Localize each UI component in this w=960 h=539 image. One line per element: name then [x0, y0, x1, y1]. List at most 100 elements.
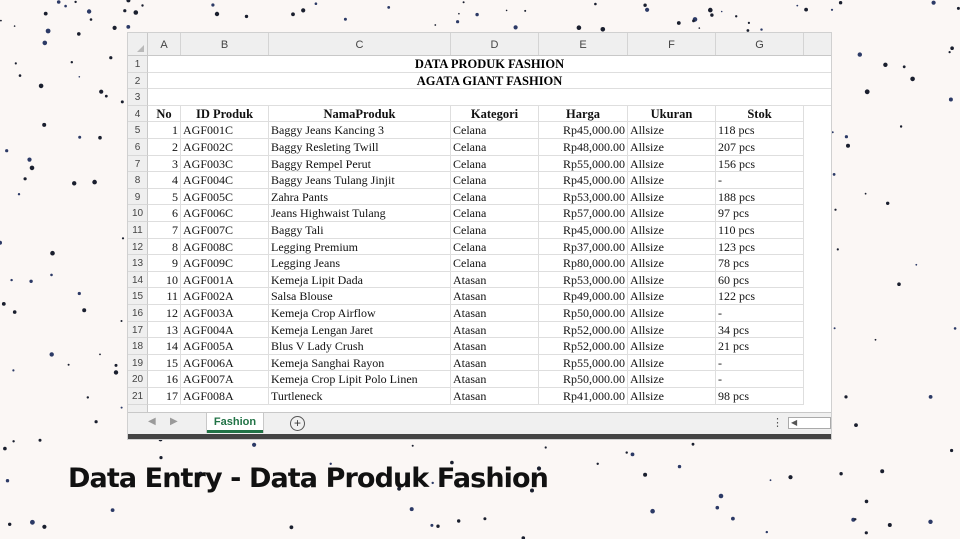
table-cell[interactable]: 1 [148, 122, 181, 139]
table-cell[interactable]: 9 [148, 255, 181, 272]
table-cell[interactable]: Turtleneck [269, 388, 451, 405]
table-cell[interactable]: Rp48,000.00 [539, 139, 628, 156]
row-number[interactable]: 7 [128, 155, 148, 173]
table-cell[interactable]: Celana [451, 222, 539, 239]
table-cell[interactable]: 4 [148, 172, 181, 189]
table-cell[interactable]: 98 pcs [716, 388, 804, 405]
column-header[interactable]: F [628, 33, 716, 55]
table-cell[interactable]: - [716, 172, 804, 189]
row-number[interactable]: 21 [128, 388, 148, 405]
table-cell[interactable]: Rp55,000.00 [539, 354, 628, 372]
table-cell[interactable]: 123 pcs [716, 238, 804, 256]
table-cell[interactable]: Kemeja Crop Airflow [269, 305, 451, 322]
table-cell[interactable]: Allsize [628, 288, 716, 305]
table-cell[interactable]: 17 [148, 388, 181, 405]
more-options-icon[interactable]: ⋮ [772, 416, 783, 429]
table-cell[interactable]: Kemeja Sanghai Rayon [269, 354, 451, 372]
table-cell[interactable]: Allsize [628, 321, 716, 339]
table-cell[interactable]: Rp53,000.00 [539, 188, 628, 206]
table-cell[interactable]: Celana [451, 255, 539, 272]
table-cell[interactable]: AGF008C [181, 238, 269, 256]
prev-sheet-icon[interactable]: ◀ [148, 416, 156, 427]
table-cell[interactable]: Allsize [628, 122, 716, 139]
table-cell[interactable]: Atasan [451, 354, 539, 372]
table-cell[interactable]: Celana [451, 172, 539, 189]
column-header[interactable]: A [148, 33, 181, 55]
row-number[interactable]: 20 [128, 371, 148, 388]
column-title-cell[interactable]: No [148, 105, 181, 123]
table-cell[interactable]: AGF004A [181, 321, 269, 339]
column-header[interactable]: C [269, 33, 451, 55]
column-title-cell[interactable]: ID Produk [181, 105, 269, 123]
table-cell[interactable]: 7 [148, 222, 181, 239]
table-cell[interactable]: Allsize [628, 371, 716, 388]
row-number[interactable]: 13 [128, 255, 148, 272]
table-cell[interactable]: Rp37,000.00 [539, 238, 628, 256]
table-cell[interactable]: Atasan [451, 371, 539, 388]
table-cell[interactable]: 156 pcs [716, 155, 804, 173]
table-cell[interactable]: Jeans Highwaist Tulang [269, 205, 451, 222]
table-cell[interactable]: Allsize [628, 271, 716, 289]
table-cell[interactable]: Zahra Pants [269, 188, 451, 206]
table-cell[interactable]: Celana [451, 188, 539, 206]
table-cell[interactable]: Allsize [628, 172, 716, 189]
select-all-corner[interactable] [128, 33, 148, 55]
row-number[interactable]: 6 [128, 139, 148, 156]
sheet-tab-fashion[interactable]: Fashion [207, 413, 263, 433]
table-cell[interactable]: AGF009C [181, 255, 269, 272]
table-cell[interactable]: Rp41,000.00 [539, 388, 628, 405]
row-number[interactable]: 17 [128, 321, 148, 339]
table-cell[interactable]: 78 pcs [716, 255, 804, 272]
row-number[interactable]: 1 [128, 56, 148, 73]
column-title-cell[interactable]: Ukuran [628, 105, 716, 123]
column-header[interactable]: E [539, 33, 628, 55]
table-cell[interactable]: Allsize [628, 205, 716, 222]
table-cell[interactable]: Baggy Jeans Kancing 3 [269, 122, 451, 139]
row-number[interactable]: 11 [128, 222, 148, 239]
table-cell[interactable]: 188 pcs [716, 188, 804, 206]
table-cell[interactable]: Atasan [451, 321, 539, 339]
row-number[interactable]: 4 [128, 105, 148, 123]
table-cell[interactable]: - [716, 305, 804, 322]
row-number[interactable]: 9 [128, 188, 148, 206]
table-cell[interactable]: AGF003A [181, 305, 269, 322]
table-cell[interactable]: Allsize [628, 388, 716, 405]
table-cell[interactable]: Baggy Jeans Tulang Jinjit [269, 172, 451, 189]
table-cell[interactable]: Rp52,000.00 [539, 321, 628, 339]
table-cell[interactable]: 207 pcs [716, 139, 804, 156]
row-number[interactable]: 15 [128, 288, 148, 305]
table-cell[interactable]: Rp52,000.00 [539, 338, 628, 355]
scroll-left-icon[interactable]: ◀ [791, 418, 797, 427]
row-number[interactable]: 18 [128, 338, 148, 355]
row-number[interactable]: 2 [128, 72, 148, 90]
column-title-cell[interactable]: Harga [539, 105, 628, 123]
table-cell[interactable]: Rp50,000.00 [539, 305, 628, 322]
table-cell[interactable]: 97 pcs [716, 205, 804, 222]
table-cell[interactable]: Baggy Rempel Perut [269, 155, 451, 173]
table-cell[interactable]: Allsize [628, 255, 716, 272]
title-cell-2[interactable]: AGATA GIANT FASHION [148, 73, 831, 90]
table-cell[interactable]: AGF003C [181, 155, 269, 173]
table-cell[interactable]: Allsize [628, 354, 716, 372]
row-number[interactable] [128, 404, 148, 412]
table-cell[interactable]: 15 [148, 354, 181, 372]
table-cell[interactable]: Rp55,000.00 [539, 155, 628, 173]
column-header[interactable]: G [716, 33, 804, 55]
table-cell[interactable]: Celana [451, 205, 539, 222]
table-cell[interactable]: AGF008A [181, 388, 269, 405]
table-cell[interactable]: 21 pcs [716, 338, 804, 355]
table-cell[interactable]: AGF007C [181, 222, 269, 239]
table-cell[interactable]: AGF006C [181, 205, 269, 222]
table-cell[interactable]: Baggy Tali [269, 222, 451, 239]
table-cell[interactable]: - [716, 354, 804, 372]
table-cell[interactable]: AGF004C [181, 172, 269, 189]
table-cell[interactable]: Rp53,000.00 [539, 271, 628, 289]
table-cell[interactable]: 12 [148, 305, 181, 322]
table-cell[interactable]: 110 pcs [716, 222, 804, 239]
table-cell[interactable]: Allsize [628, 222, 716, 239]
table-cell[interactable]: AGF002A [181, 288, 269, 305]
column-title-cell[interactable]: Stok [716, 105, 804, 123]
row-number[interactable]: 12 [128, 238, 148, 256]
table-cell[interactable]: 122 pcs [716, 288, 804, 305]
horizontal-scrollbar[interactable]: ◀ [788, 417, 831, 429]
